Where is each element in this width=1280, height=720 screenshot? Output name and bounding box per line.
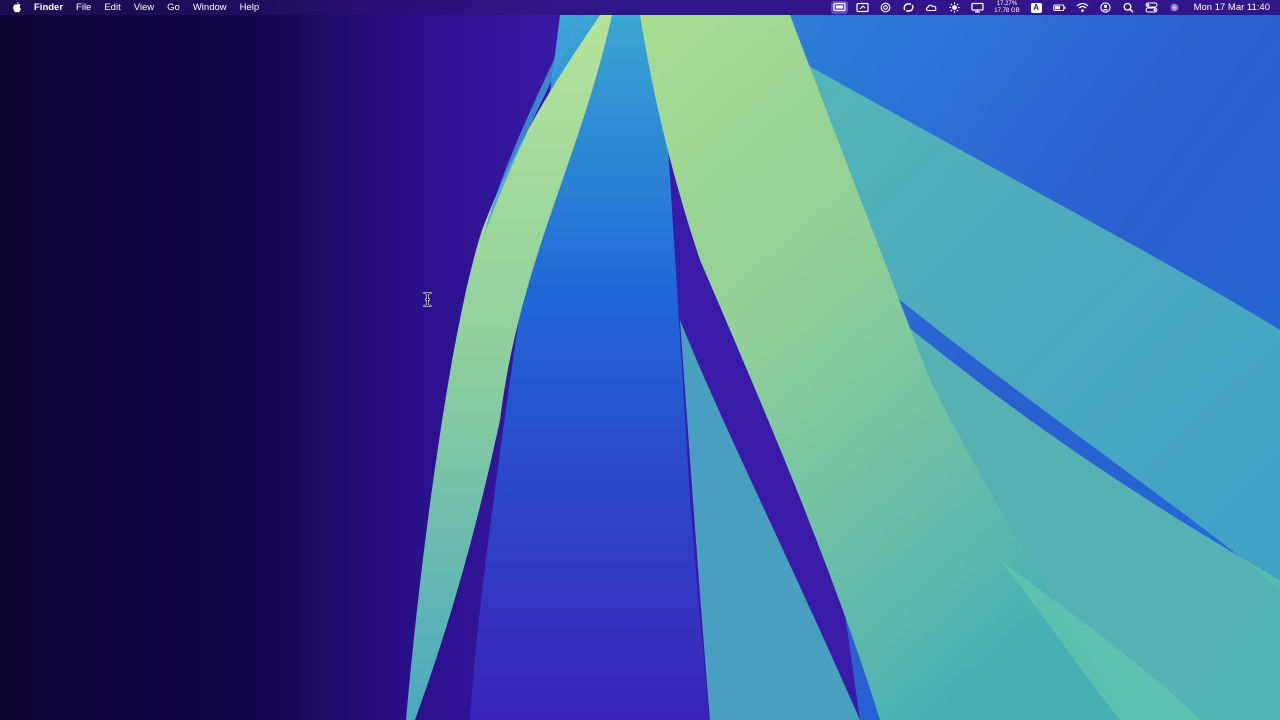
menu-view[interactable]: View — [134, 0, 154, 15]
memory-stats[interactable]: 17.27% 17.78 GB — [994, 1, 1019, 14]
screen-share-icon[interactable] — [856, 2, 869, 13]
cloud-activity-icon[interactable] — [925, 2, 938, 13]
user-account-icon[interactable] — [1099, 2, 1112, 13]
menu-bar: Finder File Edit View Go Window Help 17.… — [0, 0, 1280, 15]
menu-help[interactable]: Help — [240, 0, 260, 15]
link-sync-icon[interactable] — [902, 2, 915, 13]
battery-icon[interactable] — [1052, 2, 1066, 13]
input-source-indicator[interactable]: A — [1030, 2, 1042, 13]
siri-icon[interactable] — [1168, 2, 1181, 13]
menu-go[interactable]: Go — [167, 0, 180, 15]
menu-edit[interactable]: Edit — [104, 0, 120, 15]
memory-size: 17.78 GB — [994, 7, 1020, 14]
menu-window[interactable]: Window — [193, 0, 227, 15]
desktop-wallpaper — [0, 0, 1280, 720]
text-cursor-icon — [423, 292, 432, 307]
brightness-gear-icon[interactable] — [948, 2, 961, 13]
menu-bar-status: 17.27% 17.78 GB A Mon 17 Mar 11:40 — [828, 0, 1270, 15]
apple-logo-icon[interactable] — [12, 2, 22, 13]
focus-target-icon[interactable] — [879, 2, 892, 13]
monitor-icon[interactable] — [971, 2, 984, 13]
menu-finder[interactable]: Finder — [34, 0, 63, 15]
menu-bar-clock[interactable]: Mon 17 Mar 11:40 — [1194, 0, 1270, 15]
menu-file[interactable]: File — [76, 0, 91, 15]
display-mirroring-icon[interactable] — [831, 1, 849, 14]
search-icon[interactable] — [1122, 2, 1135, 13]
wifi-icon[interactable] — [1076, 2, 1089, 13]
menu-bar-left: Finder File Edit View Go Window Help — [0, 0, 272, 15]
control-center-icon[interactable] — [1145, 2, 1158, 13]
